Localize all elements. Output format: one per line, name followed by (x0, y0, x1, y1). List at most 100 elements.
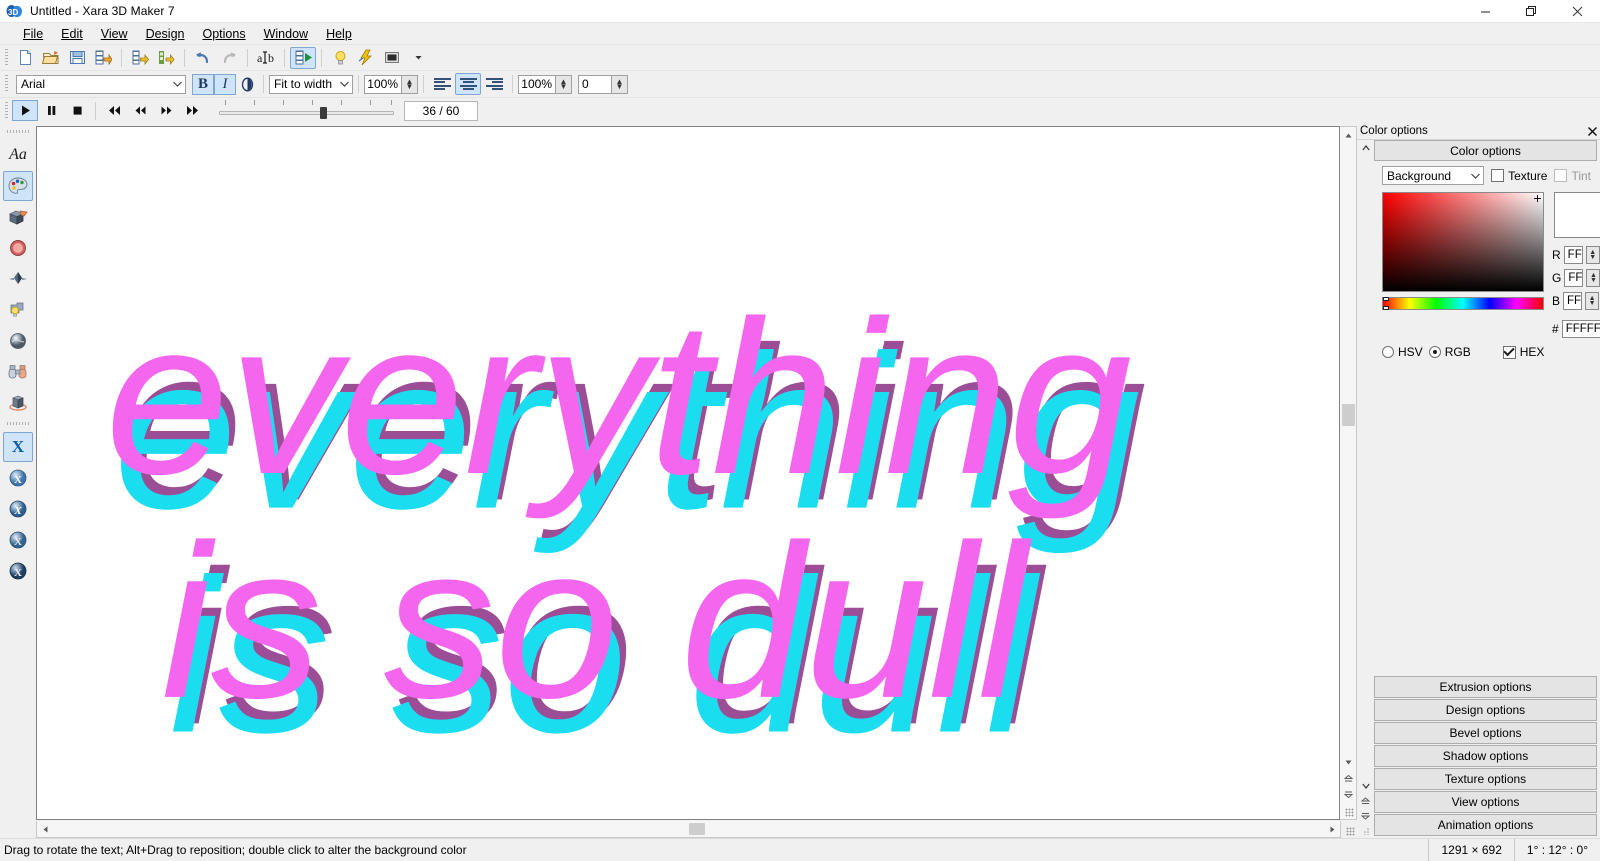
stop-button[interactable] (64, 100, 90, 121)
texture-checkbox-group[interactable]: Texture (1491, 169, 1547, 183)
bevel-options-button[interactable]: Bevel options (1374, 722, 1597, 744)
first-frame-button[interactable] (101, 100, 127, 121)
scroll-right-button[interactable] (1324, 821, 1340, 837)
style-default-tool[interactable]: X (3, 432, 33, 462)
align-center-button[interactable] (455, 73, 481, 95)
panel-scroll-down-button[interactable] (1358, 778, 1373, 793)
animation-options-button[interactable]: Animation options (1374, 814, 1597, 836)
rgb-radio[interactable] (1429, 346, 1441, 358)
color-target-combo[interactable]: Background (1382, 166, 1484, 185)
quick-effects-button[interactable] (353, 47, 379, 69)
panel-scroll-up-button[interactable] (1358, 140, 1373, 155)
text-options-tool[interactable]: Aa (3, 140, 33, 170)
close-panel-button[interactable] (1584, 124, 1600, 139)
menu-help[interactable]: Help (317, 25, 361, 43)
menu-design[interactable]: Design (137, 25, 194, 43)
extrusion-options-button[interactable]: Extrusion options (1374, 676, 1597, 698)
scroll-down-button[interactable] (1340, 754, 1356, 770)
track-percent-field[interactable]: 100% (518, 75, 556, 94)
export-flash-button[interactable] (153, 47, 179, 69)
canvas-horizontal-scrollbar[interactable] (36, 821, 1341, 838)
shadow-options-tool[interactable] (3, 264, 33, 294)
page-down-button[interactable] (1340, 786, 1356, 802)
track-percent-stepper[interactable]: ▲▼ (556, 75, 572, 94)
frame-slider-track[interactable] (219, 111, 394, 115)
hsv-radio[interactable] (1382, 346, 1394, 358)
style-shadow-tool[interactable]: X (3, 556, 33, 586)
background-color-button[interactable] (379, 47, 405, 69)
last-frame-button[interactable] (179, 100, 205, 121)
color-options-section-header[interactable]: Color options (1374, 140, 1597, 161)
fit-mode-combo[interactable]: Fit to width (269, 75, 353, 94)
export-image-button[interactable] (127, 47, 153, 69)
panel-page-down-button[interactable] (1358, 808, 1373, 823)
texture-options-button[interactable]: Texture options (1374, 768, 1597, 790)
track-value-field[interactable]: 0 (578, 75, 612, 94)
view-options-tool[interactable] (3, 357, 33, 387)
animation-options-tool[interactable] (3, 388, 33, 418)
maximize-restore-button[interactable] (1508, 0, 1554, 23)
track-value-stepper[interactable]: ▲▼ (612, 75, 628, 94)
background-color-dropdown[interactable] (405, 47, 431, 69)
page-up-button[interactable] (1340, 770, 1356, 786)
next-frame-button[interactable] (153, 100, 179, 121)
pause-button[interactable] (38, 100, 64, 121)
bold-button[interactable]: B (192, 74, 214, 95)
style-swirl-tool[interactable]: X (3, 494, 33, 524)
design-options-button[interactable]: Design options (1374, 699, 1597, 721)
fit-zoom-stepper[interactable]: ▲▼ (402, 75, 418, 94)
left-toolbar-grip-2[interactable] (7, 419, 29, 427)
green-field[interactable]: FF (1564, 269, 1583, 287)
hex-checkbox[interactable] (1503, 346, 1516, 359)
frame-slider-thumb[interactable] (320, 107, 327, 119)
minimize-button[interactable] (1462, 0, 1508, 23)
lighting-options-tool[interactable] (3, 295, 33, 325)
align-left-button[interactable] (429, 73, 455, 95)
export-animation-button[interactable] (90, 47, 116, 69)
redo-button[interactable] (216, 47, 242, 69)
saturation-value-field[interactable] (1382, 192, 1544, 292)
play-button[interactable] (12, 100, 38, 121)
new-document-button[interactable] (12, 47, 38, 69)
style-thin-tool[interactable]: X (3, 525, 33, 555)
horizontal-scroll-thumb[interactable] (689, 823, 705, 835)
panel-page-up-button[interactable] (1358, 793, 1373, 808)
blue-field[interactable]: FF (1563, 292, 1582, 310)
menu-file[interactable]: File (14, 25, 52, 43)
menu-edit[interactable]: Edit (52, 25, 92, 43)
font-family-combo[interactable]: Arial (16, 75, 186, 94)
fit-zoom-field[interactable]: 100% (364, 75, 402, 94)
color-options-tool[interactable] (3, 171, 33, 201)
panel-resize-grip[interactable] (1358, 823, 1373, 838)
left-toolbar-grip[interactable] (7, 127, 29, 135)
hue-bar[interactable] (1382, 297, 1544, 310)
vertical-scroll-thumb[interactable] (1342, 404, 1355, 426)
view-options-button[interactable]: View options (1374, 791, 1597, 813)
menu-view[interactable]: View (92, 25, 137, 43)
extrusion-options-tool[interactable] (3, 202, 33, 232)
red-field[interactable]: FF (1564, 246, 1583, 264)
frame-slider[interactable] (219, 100, 394, 122)
undo-button[interactable] (190, 47, 216, 69)
save-document-button[interactable] (64, 47, 90, 69)
hex-field[interactable]: FFFFFF (1562, 320, 1600, 338)
shadow-options-button[interactable]: Shadow options (1374, 745, 1597, 767)
bevel-options-tool[interactable] (3, 233, 33, 263)
scroll-left-button[interactable] (37, 821, 53, 837)
scroll-up-button[interactable] (1340, 127, 1356, 143)
green-stepper[interactable]: ▲▼ (1586, 269, 1600, 287)
outline-button[interactable] (236, 74, 258, 95)
italic-button[interactable]: I (214, 74, 236, 95)
texture-options-tool[interactable] (3, 326, 33, 356)
align-right-button[interactable] (481, 73, 507, 95)
canvas-resize-grip[interactable] (1340, 802, 1356, 819)
red-stepper[interactable]: ▲▼ (1586, 246, 1600, 264)
lights-button[interactable] (327, 47, 353, 69)
style-circle-tool[interactable]: X (3, 463, 33, 493)
text-options-button[interactable]: a b (253, 47, 279, 69)
menu-window[interactable]: Window (255, 25, 317, 43)
open-document-button[interactable] (38, 47, 64, 69)
texture-checkbox[interactable] (1491, 169, 1504, 182)
animation-toggle-button[interactable] (290, 47, 316, 69)
close-window-button[interactable] (1554, 0, 1600, 23)
